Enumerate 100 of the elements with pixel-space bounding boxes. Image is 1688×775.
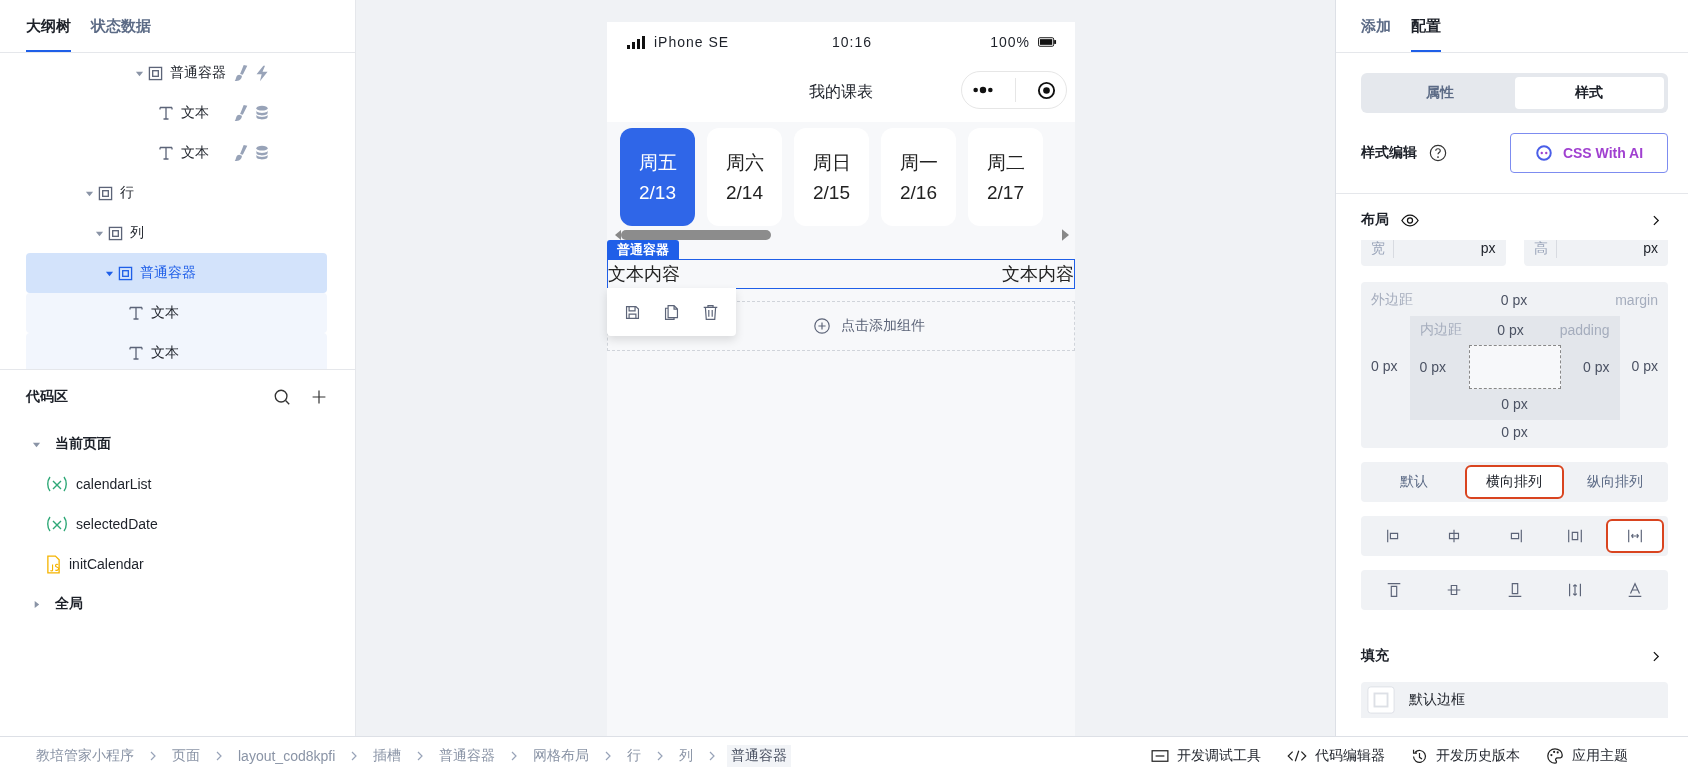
delete-icon[interactable]: [702, 303, 719, 321]
caret-icon[interactable]: [32, 599, 41, 609]
panel-tab[interactable]: 添加: [1361, 0, 1391, 52]
variable-icon: [46, 516, 68, 532]
container-tag: 普通容器: [607, 240, 679, 259]
panel-tab[interactable]: 配置: [1411, 0, 1441, 52]
variable-icon: [46, 476, 68, 492]
tool-button[interactable]: 代码编辑器: [1287, 747, 1385, 765]
record-icon[interactable]: [1036, 80, 1056, 100]
monitor-icon: [1151, 749, 1169, 763]
js-file-icon: [46, 554, 61, 574]
code-item[interactable]: selectedDate: [76, 516, 158, 532]
code-item[interactable]: calendarList: [76, 476, 152, 492]
direction-option[interactable]: 横向排列: [1465, 465, 1564, 499]
size-field[interactable]: 高 px: [1523, 240, 1668, 266]
text-icon: [128, 305, 144, 321]
separator-icon: [605, 751, 612, 761]
tree-item[interactable]: 文本: [26, 93, 327, 133]
panel-tab[interactable]: 状态数据: [91, 0, 151, 52]
tool-button[interactable]: 开发调试工具: [1151, 747, 1261, 765]
margin-left-value[interactable]: 0 px: [1371, 358, 1398, 374]
tree-item[interactable]: 普通容器: [26, 53, 327, 93]
padding-label: 内边距: [1419, 321, 1462, 339]
margin-hint: margin: [1615, 292, 1658, 308]
mode-tab[interactable]: 属性: [1365, 77, 1515, 109]
justify-option[interactable]: [1605, 519, 1664, 553]
css-ai-button[interactable]: CSS With AI: [1510, 133, 1668, 173]
palette-icon: [1546, 747, 1564, 765]
code-group[interactable]: 全局: [26, 584, 327, 624]
direction-option[interactable]: 默认: [1365, 465, 1464, 499]
tree-item[interactable]: 文本: [26, 293, 327, 333]
day-card[interactable]: 周五 2/13: [620, 128, 695, 226]
breadcrumb-item[interactable]: 普通容器: [727, 745, 792, 767]
margin-right-value[interactable]: 0 px: [1631, 358, 1658, 374]
chevron-icon[interactable]: [1653, 650, 1660, 662]
page-title: 我的课表: [809, 81, 873, 102]
status-time: 10:16: [832, 34, 874, 50]
container-icon: [118, 265, 133, 281]
code-icon: [1287, 749, 1307, 763]
section-title: 代码区: [26, 388, 69, 406]
day-card[interactable]: 周六 2/14: [707, 128, 782, 226]
add-icon[interactable]: [311, 389, 327, 405]
separator-icon: [657, 751, 664, 761]
tree-item[interactable]: 文本: [26, 333, 327, 369]
separator-icon: [511, 751, 518, 761]
size-field[interactable]: 宽 px: [1361, 240, 1506, 266]
section-title: 布局: [1361, 211, 1389, 229]
chevron-icon[interactable]: [1653, 214, 1660, 226]
padding-top-value[interactable]: 0 px: [1497, 322, 1524, 338]
padding-bottom-value[interactable]: 0 px: [1501, 392, 1528, 416]
eye-icon[interactable]: [1401, 213, 1419, 227]
scrollbar-thumb[interactable]: [621, 230, 771, 240]
direction-option[interactable]: 纵向排列: [1565, 465, 1664, 499]
add-component-label: 点击添加组件: [841, 317, 925, 335]
panel-tab[interactable]: 大纲树: [26, 0, 71, 52]
text-icon: [158, 145, 174, 161]
code-item[interactable]: initCalendar: [69, 556, 144, 572]
day-card[interactable]: 周二 2/17: [968, 128, 1043, 226]
tree-item[interactable]: 文本: [26, 133, 327, 173]
separator-icon: [150, 751, 156, 761]
separator-icon: [709, 751, 716, 761]
tool-button[interactable]: 应用主题: [1546, 747, 1628, 765]
mode-tab[interactable]: 样式: [1514, 77, 1664, 109]
text-icon: [158, 105, 174, 121]
separator-icon: [351, 751, 358, 761]
tree-item[interactable]: 行: [26, 173, 327, 213]
tree-item[interactable]: 普通容器: [26, 253, 327, 293]
margin-label: 外边距: [1371, 291, 1413, 309]
padding-hint: padding: [1559, 322, 1610, 338]
battery-text: 100%: [990, 34, 1030, 50]
search-icon[interactable]: [273, 388, 291, 406]
text-icon: [128, 345, 144, 361]
history-icon: [1411, 747, 1428, 765]
capsule-menu[interactable]: [961, 71, 1067, 109]
text-content: 文本内容: [1002, 263, 1074, 286]
margin-top-value[interactable]: 0 px: [1500, 292, 1528, 308]
copy-icon[interactable]: [663, 303, 680, 321]
code-group[interactable]: 当前页面: [26, 424, 327, 464]
scroll-right-icon[interactable]: [1062, 229, 1069, 241]
container-icon: [98, 185, 113, 201]
tree-item[interactable]: 列: [26, 213, 327, 253]
signal-icon: [626, 35, 646, 49]
save-icon[interactable]: [624, 303, 641, 321]
padding-right-value[interactable]: 0 px: [1583, 359, 1610, 375]
style-editor-label: 样式编辑: [1361, 144, 1417, 162]
day-card[interactable]: 周日 2/15: [794, 128, 869, 226]
add-component-area[interactable]: 点击添加组件: [607, 301, 1075, 351]
day-card[interactable]: 周一 2/16: [881, 128, 956, 226]
padding-left-value[interactable]: 0 px: [1419, 359, 1446, 375]
more-icon[interactable]: [972, 86, 995, 94]
section-title: 填充: [1361, 647, 1389, 665]
help-icon[interactable]: [1429, 144, 1447, 162]
border-option[interactable]: 默认边框: [1361, 682, 1668, 718]
space-between-icon: [1625, 527, 1644, 545]
carrier-text: iPhone SE: [654, 34, 731, 50]
separator-icon: [417, 751, 424, 761]
space-around-icon: [1565, 527, 1584, 545]
margin-bottom-value[interactable]: 0 px: [1501, 420, 1528, 444]
tool-button[interactable]: 开发历史版本: [1411, 747, 1520, 765]
separator-icon: [216, 751, 222, 761]
